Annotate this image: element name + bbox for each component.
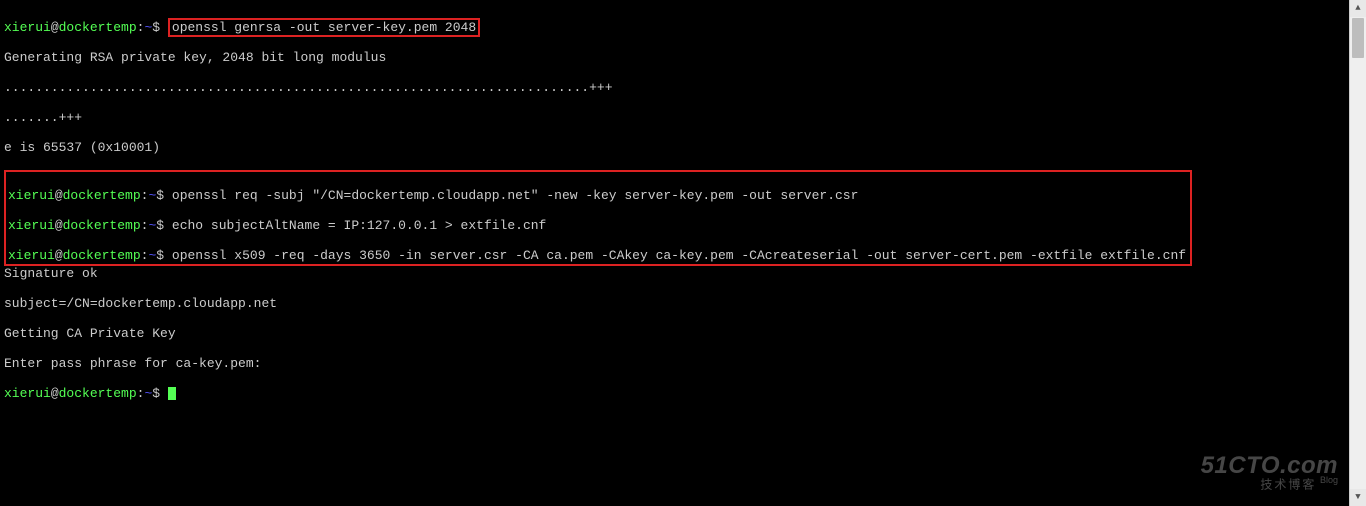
output-line: Generating RSA private key, 2048 bit lon… [4,50,1362,65]
terminal-output[interactable]: xierui@dockertemp:~$ openssl genrsa -out… [0,0,1366,420]
watermark-logo-text: 51CTO.com [1201,458,1338,473]
command-text: openssl x509 -req -days 3650 -in server.… [172,248,1186,263]
cursor [168,387,176,400]
command-text: openssl genrsa -out server-key.pem 2048 [172,20,476,35]
command-text: echo subjectAltName = IP:127.0.0.1 > ext… [172,218,546,233]
prompt-host: dockertemp [59,20,137,35]
highlighted-command-block: xierui@dockertemp:~$ openssl req -subj "… [4,170,1192,266]
scroll-down-button[interactable]: ▼ [1350,489,1366,506]
output-line: Signature ok [4,266,1362,281]
output-line: Getting CA Private Key [4,326,1362,341]
scroll-thumb[interactable] [1352,18,1364,58]
prompt-user: xierui [4,20,51,35]
output-line: Enter pass phrase for ca-key.pem: [4,356,1362,371]
output-line: .......+++ [4,110,1362,125]
scroll-up-button[interactable]: ▲ [1350,0,1366,17]
watermark-subtitle: 技术博客 [1260,477,1316,491]
highlighted-command-1: openssl genrsa -out server-key.pem 2048 [168,18,480,37]
output-line: e is 65537 (0x10001) [4,140,1362,155]
command-text: openssl req -subj "/CN=dockertemp.clouda… [172,188,859,203]
watermark: 51CTO.com 技术博客 Blog [1201,458,1338,492]
arrow-up-icon: ▲ [1355,1,1360,16]
prompt-symbol: $ [152,20,160,35]
arrow-down-icon: ▼ [1355,490,1360,505]
output-line: subject=/CN=dockertemp.cloudapp.net [4,296,1362,311]
output-line: ........................................… [4,80,1362,95]
vertical-scrollbar[interactable]: ▲ ▼ [1349,0,1366,506]
watermark-tag: Blog [1320,475,1338,485]
